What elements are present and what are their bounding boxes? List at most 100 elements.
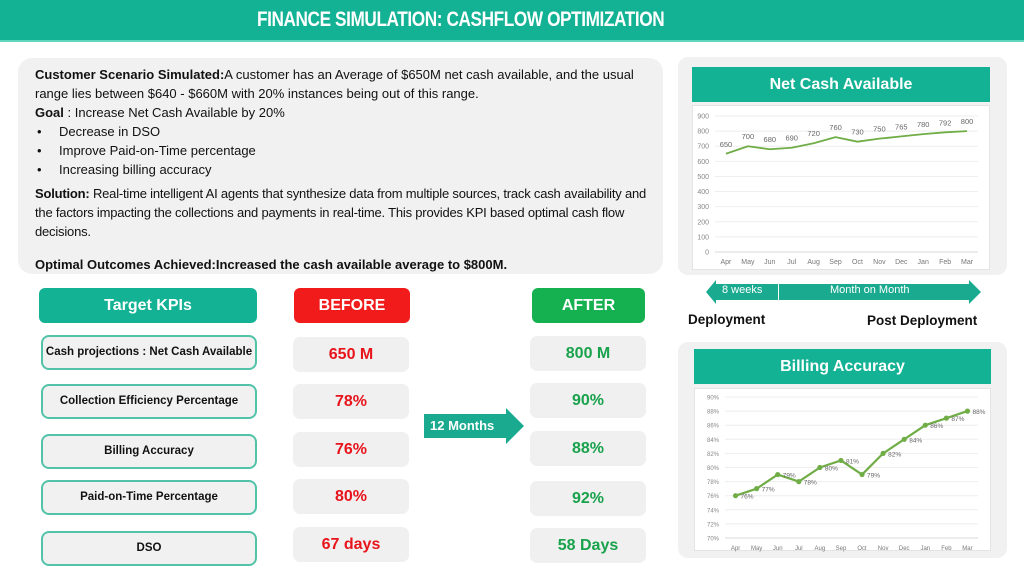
data-point xyxy=(943,415,949,421)
data-point xyxy=(922,422,928,428)
data-label: 77% xyxy=(762,487,775,494)
y-tick-label: 86% xyxy=(707,424,720,430)
outcome-label: Optimal Outcomes Achieved: xyxy=(35,257,216,272)
bullet-glyph: • xyxy=(37,143,42,158)
y-tick-label: 72% xyxy=(707,522,720,528)
post-deployment-label: Post Deployment xyxy=(867,313,978,328)
after-value-paid-on-time: 92% xyxy=(530,481,646,516)
transition-label: 12 Months xyxy=(430,418,495,433)
timeline-left-label: 8 weeks xyxy=(722,284,763,296)
x-tick-label: Jun xyxy=(773,546,783,552)
x-tick-label: Feb xyxy=(941,546,952,552)
data-label: 690 xyxy=(785,134,798,143)
bullet-glyph: • xyxy=(37,162,42,177)
y-tick-label: 900 xyxy=(697,114,709,121)
x-tick-label: May xyxy=(751,546,762,552)
x-tick-label: Feb xyxy=(939,259,951,266)
data-point xyxy=(775,471,781,478)
bullet-glyph: • xyxy=(37,124,42,139)
data-label: 87% xyxy=(951,416,964,423)
y-tick-label: 200 xyxy=(697,219,709,226)
data-label: 86% xyxy=(930,423,943,430)
after-value-net-cash: 800 M xyxy=(530,336,646,371)
data-label: 700 xyxy=(742,132,755,141)
scenario-label: Customer Scenario Simulated: xyxy=(35,67,225,82)
data-label: 730 xyxy=(851,128,864,137)
x-tick-label: Jan xyxy=(918,259,929,266)
series-line xyxy=(725,130,968,155)
data-label: 760 xyxy=(829,123,842,132)
goal-bullet: • Decrease in DSO xyxy=(35,122,647,141)
data-label: 80% xyxy=(825,466,838,473)
outcome-line: Optimal Outcomes Achieved:Increased the … xyxy=(35,255,647,274)
x-tick-label: Apr xyxy=(721,259,733,266)
data-point xyxy=(859,471,865,478)
y-tick-label: 800 xyxy=(697,129,709,136)
goal-bullet: • Improve Paid-on-Time percentage xyxy=(35,141,647,160)
x-tick-label: Nov xyxy=(878,546,889,552)
before-value-paid-on-time: 80% xyxy=(293,479,409,514)
data-label: 680 xyxy=(764,135,777,144)
data-point xyxy=(880,450,886,456)
net-cash-chart: 0 100 200 300 400 500 600 700 800 900 Apr May Jun Jul… xyxy=(692,105,990,270)
data-label: 650 xyxy=(720,140,733,149)
y-tick-label: 700 xyxy=(697,144,709,151)
x-tick-label: Aug xyxy=(815,546,826,552)
data-label: 765 xyxy=(895,122,908,131)
bullet-text: Improve Paid-on-Time percentage xyxy=(59,143,256,158)
scenario-paragraph: Customer Scenario Simulated:A customer h… xyxy=(35,65,647,103)
scenario-panel: Customer Scenario Simulated:A customer h… xyxy=(18,58,663,274)
y-tick-label: 74% xyxy=(707,508,720,514)
x-tick-label: Oct xyxy=(857,546,867,552)
before-value-dso: 67 days xyxy=(293,527,409,562)
goal-label: Goal xyxy=(35,105,64,120)
data-label: 79% xyxy=(783,473,796,480)
x-tick-label: Oct xyxy=(852,259,863,266)
x-tick-label: Jul xyxy=(795,546,803,552)
kpi-label-collection-efficiency: Collection Efficiency Percentage xyxy=(41,384,257,419)
y-tick-label: 76% xyxy=(707,494,720,500)
y-tick-label: 500 xyxy=(697,174,709,181)
y-tick-label: 78% xyxy=(707,480,720,486)
before-header: BEFORE xyxy=(294,288,410,323)
kpi-label-net-cash: Cash projections : Net Cash Available xyxy=(41,335,257,370)
goal-bullet: • Increasing billing accuracy xyxy=(35,160,647,179)
solution-paragraph: Solution: Real-time intelligent AI agent… xyxy=(35,184,647,241)
y-tick-label: 600 xyxy=(697,159,709,166)
data-label: 79% xyxy=(867,473,880,480)
x-tick-label: Jan xyxy=(920,546,930,552)
x-tick-label: Mar xyxy=(961,259,974,266)
data-label: 750 xyxy=(873,125,886,134)
x-tick-label: Mar xyxy=(962,546,972,552)
data-label: 792 xyxy=(939,118,952,127)
kpi-label-dso: DSO xyxy=(41,531,257,566)
before-value-billing-accuracy: 76% xyxy=(293,432,409,467)
kpi-label-billing-accuracy: Billing Accuracy xyxy=(41,434,257,469)
goal-line: Goal : Increase Net Cash Available by 20… xyxy=(35,103,647,122)
header-bar: FINANCE SIMULATION: CASHFLOW OPTIMIZATIO… xyxy=(0,0,1024,42)
data-label: 84% xyxy=(909,437,922,444)
bullet-text: Decrease in DSO xyxy=(59,124,161,139)
billing-accuracy-chart: 70% 72% 74% 76% 78% 80% 82% 84% 86% 88% 90% Apr May J… xyxy=(694,388,991,553)
x-tick-label: Dec xyxy=(895,259,908,266)
billing-accuracy-chart-svg: 70% 72% 74% 76% 78% 80% 82% 84% 86% 88% 90% Apr May J… xyxy=(707,396,986,553)
net-cash-chart-title: Net Cash Available xyxy=(692,67,990,102)
y-tick-label: 90% xyxy=(707,396,720,402)
data-point xyxy=(732,493,739,499)
x-tick-label: Jun xyxy=(764,259,775,266)
data-point xyxy=(838,457,844,464)
page-title: FINANCE SIMULATION: CASHFLOW OPTIMIZATIO… xyxy=(257,8,665,31)
x-tick-label: Sep xyxy=(829,259,842,266)
x-tick-label: Aug xyxy=(807,259,820,266)
x-tick-label: Dec xyxy=(899,546,910,552)
after-value-collection-efficiency: 90% xyxy=(530,383,646,418)
y-tick-label: 84% xyxy=(707,438,720,444)
kpi-label-paid-on-time: Paid-on-Time Percentage xyxy=(41,480,257,515)
y-tick-label: 80% xyxy=(707,466,720,472)
data-label: 76% xyxy=(741,494,754,501)
net-cash-chart-svg: 0 100 200 300 400 500 600 700 800 900 Apr May Jun Jul… xyxy=(697,114,978,266)
before-value-net-cash: 650 M xyxy=(293,337,409,372)
deployment-label: Deployment xyxy=(688,312,766,327)
data-label: 800 xyxy=(961,117,974,126)
x-tick-label: Apr xyxy=(731,546,740,552)
